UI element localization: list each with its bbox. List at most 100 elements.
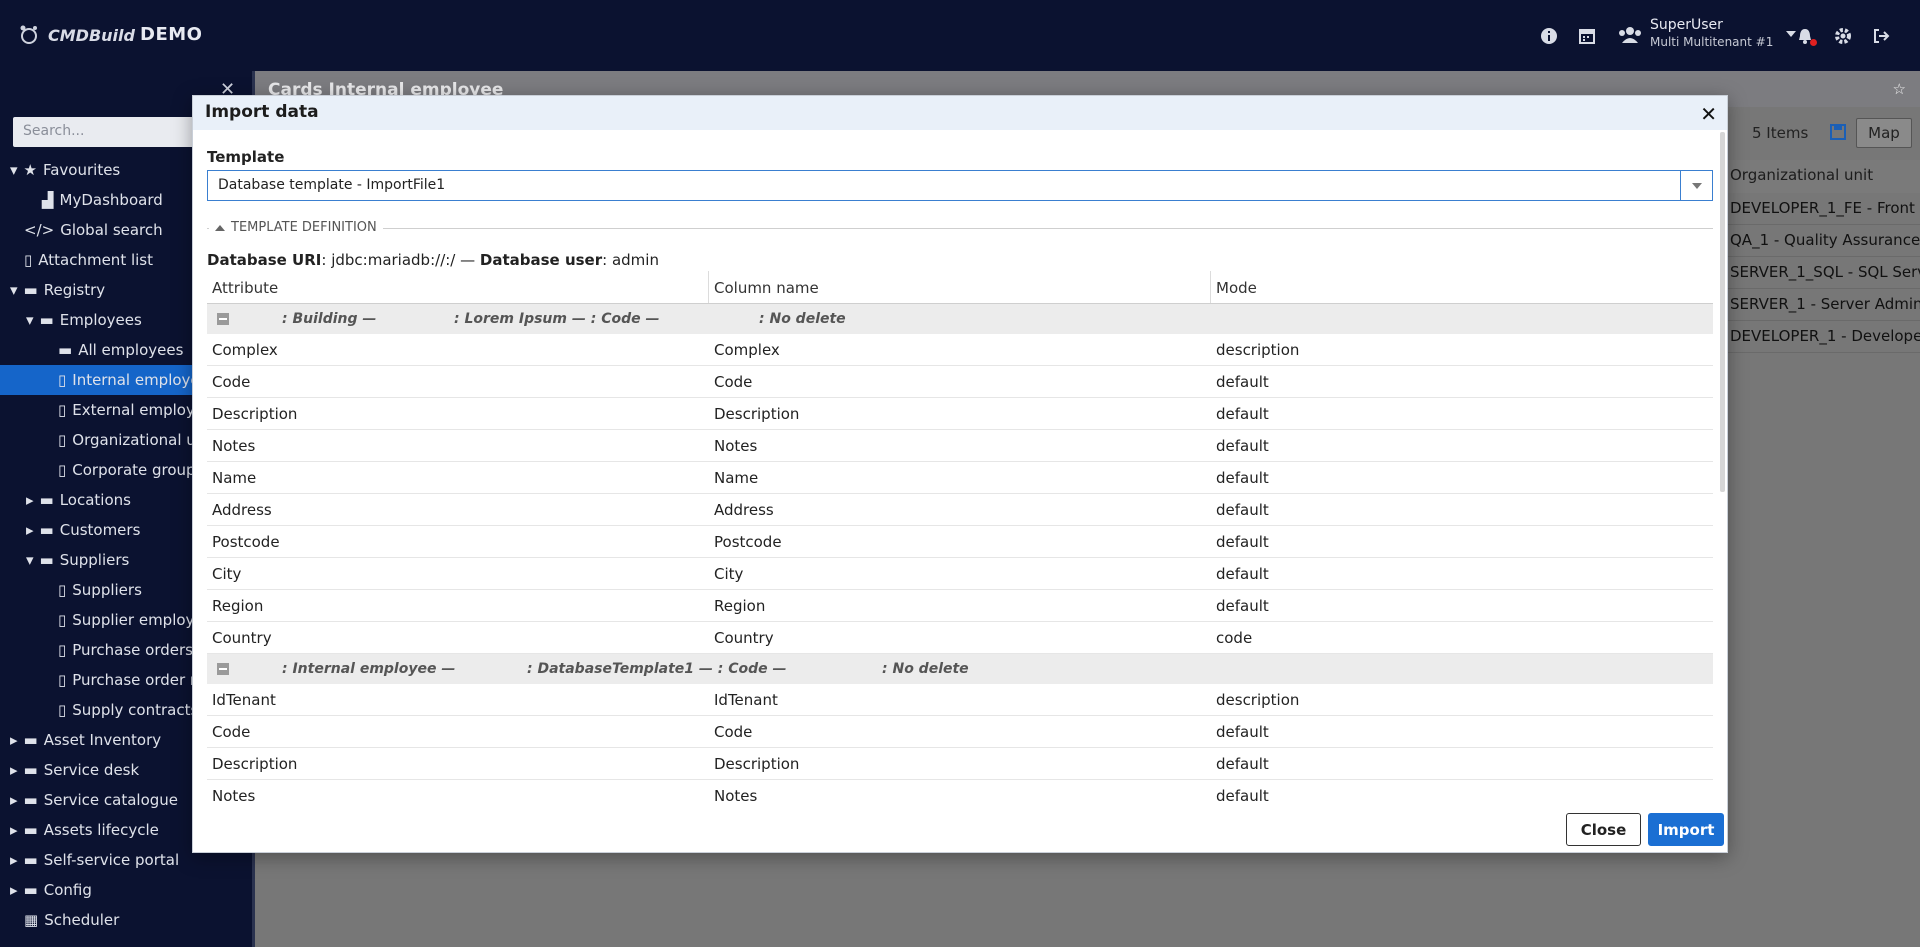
user-name: SuperUser: [1650, 17, 1723, 33]
sidebar-item-all-employees[interactable]: ▬ All employees: [58, 335, 183, 365]
file-icon: ▯: [58, 641, 67, 659]
calendar-icon[interactable]: [1576, 25, 1598, 47]
group-row[interactable]: : Internal employee — : DatabaseTemplate…: [207, 654, 1713, 684]
map-button[interactable]: Map: [1856, 118, 1912, 148]
collapse-icon[interactable]: [217, 313, 229, 325]
table-row[interactable]: Notes Notes default: [207, 430, 1713, 462]
logo-icon: [20, 25, 37, 44]
code-icon: </>: [24, 221, 55, 239]
table-row[interactable]: SERVER_1 - Server Admini...: [1726, 289, 1920, 321]
logo-text: CMDBuild: [48, 25, 135, 45]
database-info: Database URI: jdbc:mariadb://:/ — Databa…: [207, 251, 659, 269]
logout-icon[interactable]: [1870, 25, 1892, 47]
template-label: Template: [207, 148, 285, 166]
dialog-title: Import data: [205, 102, 319, 122]
sidebar-item-scheduler[interactable]: ▦ Scheduler: [24, 905, 119, 935]
collapse-icon[interactable]: [217, 663, 229, 675]
sidebar-item-assets-lifecycle[interactable]: ▸ ▬ Assets lifecycle: [10, 815, 159, 845]
sidebar-item-self-service-portal[interactable]: ▸ ▬ Self-service portal: [10, 845, 179, 875]
caret-up-icon: [215, 224, 225, 231]
sidebar-item-attachment-list[interactable]: ▯ Attachment list: [24, 245, 153, 275]
import-data-dialog: Import data ✕ Template Database template…: [192, 95, 1728, 853]
sidebar-item-supply-contracts[interactable]: ▯ Supply contracts: [58, 695, 198, 725]
sidebar-item-suppliers[interactable]: ▯ Suppliers: [58, 575, 142, 605]
sidebar-item-external-employee[interactable]: ▯ External employe: [58, 395, 204, 425]
sidebar-item-organizational-unit[interactable]: ▯ Organizational u: [58, 425, 196, 455]
bell-icon[interactable]: [1794, 25, 1817, 47]
sidebar-item-mydashboard[interactable]: ▟ MyDashboard: [42, 185, 163, 215]
template-grid: Attribute Column name Mode : Building — …: [207, 271, 1713, 801]
close-button[interactable]: Close: [1566, 813, 1641, 846]
caret-down-icon: ▾: [26, 311, 34, 329]
folder-icon: ▬: [23, 851, 38, 869]
sidebar-item-corporate-group[interactable]: ▯ Corporate group: [58, 455, 196, 485]
caret-down-icon: ▾: [10, 161, 18, 179]
table-row[interactable]: Complex Complex description: [207, 334, 1713, 366]
close-icon[interactable]: ✕: [1700, 102, 1717, 126]
table-row[interactable]: DEVELOPER_1 - Developers: [1726, 321, 1920, 353]
import-button[interactable]: Import: [1648, 813, 1724, 846]
file-icon: ▯: [58, 461, 67, 479]
star-icon[interactable]: ☆: [1893, 80, 1906, 98]
chevron-down-icon[interactable]: [1680, 171, 1712, 200]
table-row[interactable]: DEVELOPER_1_FE - Front E...: [1726, 193, 1920, 225]
table-row[interactable]: Address Address default: [207, 494, 1713, 526]
sidebar-item-customers[interactable]: ▸ ▬ Customers: [26, 515, 140, 545]
table-row[interactable]: IdTenant IdTenant description: [207, 684, 1713, 716]
table-row[interactable]: Code Code default: [207, 716, 1713, 748]
section-toggle[interactable]: TEMPLATE DEFINITION: [209, 220, 383, 235]
sidebar-item-suppliers-folder[interactable]: ▾ ▬ Suppliers: [26, 545, 129, 575]
file-icon: ▯: [24, 251, 33, 269]
sidebar-item-global-search[interactable]: </> Global search: [24, 215, 163, 245]
sidebar-item-supplier-employee[interactable]: ▯ Supplier employ: [58, 605, 194, 635]
user-menu[interactable]: SuperUser Multi Multitenant #1: [1618, 16, 1797, 50]
table-row[interactable]: Notes Notes default: [207, 780, 1713, 801]
column-header-mode[interactable]: Mode: [1211, 271, 1713, 303]
dialog-scrollbar[interactable]: [1720, 132, 1725, 492]
column-header-organizational-unit[interactable]: Organizational unit: [1726, 160, 1920, 194]
table-row[interactable]: Country Country code: [207, 622, 1713, 654]
column-header-attribute[interactable]: Attribute: [207, 271, 709, 303]
table-row[interactable]: Postcode Postcode default: [207, 526, 1713, 558]
sidebar-item-registry[interactable]: ▾ ▬ Registry: [10, 275, 105, 305]
file-icon: ▯: [58, 701, 67, 719]
sidebar-item-employees[interactable]: ▾ ▬ Employees: [26, 305, 142, 335]
file-icon: ▯: [58, 581, 67, 599]
info-icon[interactable]: [1538, 25, 1560, 47]
gear-icon[interactable]: [1832, 25, 1854, 47]
table-row[interactable]: QA_1 - Quality Assurance: [1726, 225, 1920, 257]
template-select[interactable]: Database template - ImportFile1: [207, 170, 1713, 201]
caret-right-icon: ▸: [10, 791, 18, 809]
folder-icon: ▬: [39, 551, 54, 569]
sidebar-item-config[interactable]: ▸ ▬ Config: [10, 875, 92, 905]
save-icon[interactable]: [1830, 124, 1846, 144]
sidebar-item-asset-inventory[interactable]: ▸ ▬ Asset Inventory: [10, 725, 161, 755]
sidebar-item-locations[interactable]: ▸ ▬ Locations: [26, 485, 131, 515]
users-icon: [1619, 27, 1641, 43]
table-row[interactable]: SERVER_1_SQL - SQL Server: [1726, 257, 1920, 289]
star-icon: ★: [23, 161, 37, 179]
table-row[interactable]: Region Region default: [207, 590, 1713, 622]
table-row[interactable]: Name Name default: [207, 462, 1713, 494]
template-select-value[interactable]: Database template - ImportFile1: [208, 171, 1680, 200]
sidebar-item-service-desk[interactable]: ▸ ▬ Service desk: [10, 755, 139, 785]
file-icon: ▯: [58, 671, 67, 689]
sidebar-item-purchase-order-rows[interactable]: ▯ Purchase order r: [58, 665, 196, 695]
file-icon: ▯: [58, 431, 67, 449]
caret-right-icon: ▸: [10, 821, 18, 839]
caret-right-icon: ▸: [10, 761, 18, 779]
table-row[interactable]: Description Description default: [207, 398, 1713, 430]
table-row[interactable]: City City default: [207, 558, 1713, 590]
sidebar-item-favourites[interactable]: ▾ ★ Favourites: [10, 155, 120, 185]
top-bar: CMDBuild DEMO SuperUser Multi Multitenan…: [0, 0, 1920, 71]
caret-right-icon: ▸: [26, 491, 34, 509]
grid-header: Attribute Column name Mode: [207, 271, 1713, 304]
sidebar-item-purchase-orders[interactable]: ▯ Purchase orders: [58, 635, 193, 665]
column-header-column-name[interactable]: Column name: [709, 271, 1211, 303]
sidebar-item-service-catalogue[interactable]: ▸ ▬ Service catalogue: [10, 785, 178, 815]
table-row[interactable]: Description Description default: [207, 748, 1713, 780]
notification-dot: [1810, 39, 1817, 46]
dialog-header: Import data ✕: [193, 96, 1727, 130]
table-row[interactable]: Code Code default: [207, 366, 1713, 398]
group-row[interactable]: : Building — : Lorem Ipsum — : Code — : …: [207, 304, 1713, 334]
